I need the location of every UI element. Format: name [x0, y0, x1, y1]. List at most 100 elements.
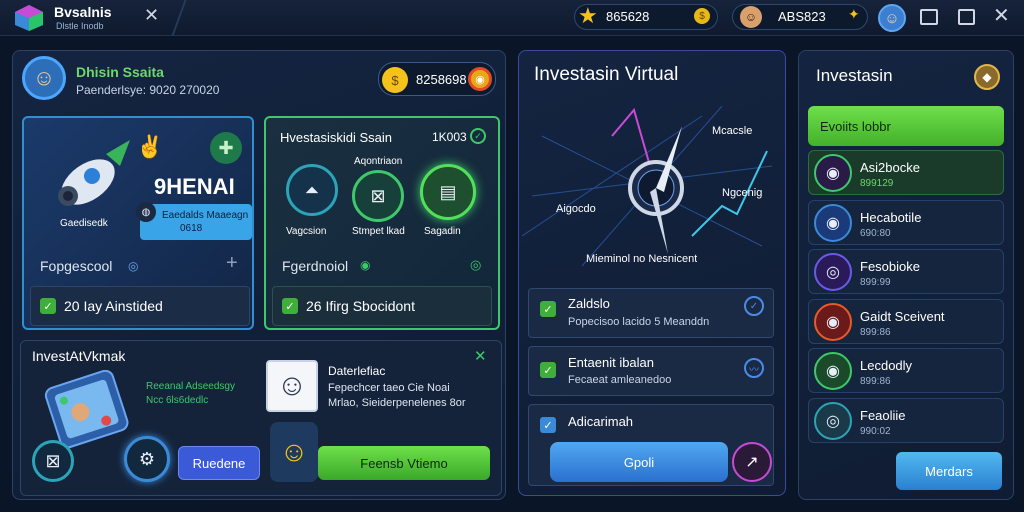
- apply-button[interactable]: Gpoli: [550, 442, 728, 482]
- crate-icon[interactable]: ⊠: [352, 170, 404, 222]
- chest-icon[interactable]: ▤: [420, 164, 476, 220]
- close-window-icon[interactable]: ✕: [993, 3, 1010, 28]
- gear-bike-icon[interactable]: ⚙: [124, 436, 170, 482]
- sidebar-item-name: Asi2bocke: [860, 160, 920, 175]
- coins-value: 865628: [606, 9, 650, 24]
- app-subtitle: Dlstle Inodb: [56, 21, 104, 31]
- sidebar-title: Investasin: [816, 66, 893, 85]
- profile-avatar[interactable]: ☺: [22, 56, 66, 100]
- sidebar-header[interactable]: Evoiits lobbr: [808, 106, 1004, 146]
- globe-icon: ◉: [814, 204, 852, 242]
- sidebar-item-value: 899:86: [860, 327, 891, 338]
- portfolio-icon: ◉: [814, 154, 852, 192]
- user-avatar[interactable]: ☺: [740, 6, 762, 28]
- sidebar-item-value: 899:99: [860, 277, 891, 288]
- sidebar-item-value: 690:80: [860, 228, 891, 239]
- sidebar-item-value: 899:86: [860, 376, 891, 387]
- close-icon[interactable]: ✕: [474, 347, 487, 365]
- profile-meta: Paenderlsye: 9020 270020: [76, 83, 220, 97]
- app-logo-icon: [14, 4, 44, 32]
- coin-icon: $: [382, 67, 408, 93]
- coin-gold-icon: ◉: [468, 67, 492, 91]
- checkbox-checked[interactable]: ✓: [540, 301, 556, 317]
- person-line1: Daterlefiac: [328, 364, 386, 378]
- profile-name: Dhisin Ssaita: [76, 64, 164, 80]
- sidebar-item-value: 990:02: [860, 426, 891, 437]
- virtual-task-title: Entaenit ibalan: [568, 355, 655, 370]
- app-title: Bvsalnis: [54, 4, 112, 20]
- virtual-title: Investasin Virtual: [534, 64, 679, 85]
- virtual-task-sub: Fecaeat amleanedoo: [568, 374, 672, 386]
- check-circle-icon[interactable]: ✓: [470, 128, 486, 144]
- checkbox-checked[interactable]: ✓: [540, 417, 556, 433]
- plus-icon[interactable]: +: [226, 252, 238, 275]
- virtual-task-row[interactable]: [528, 288, 774, 338]
- card-investments-title: Hvestasiskidi Ssain: [280, 130, 392, 145]
- coin-icon: $: [694, 8, 710, 24]
- virtual-task-sub: Popecisoo lacido 5 Meanddn: [568, 316, 710, 328]
- virtual-task-title: Zaldslo: [568, 296, 610, 311]
- sidebar-item-name: Feaoliie: [860, 408, 906, 423]
- invest-box-title: InvestAtVkmak: [32, 348, 126, 364]
- sidebar-item-name: Hecabotile: [860, 210, 922, 225]
- checkbox-checked[interactable]: ✓: [540, 362, 556, 378]
- user-name: ABS823: [778, 9, 826, 24]
- phone-icon: [42, 369, 132, 450]
- trend-icon[interactable]: 〰: [744, 358, 764, 378]
- sidebar-item-value: 899129: [860, 178, 894, 189]
- badge-line1: Eaedalds Maaeagn: [162, 210, 249, 221]
- card-featured-title: 9HENAI: [154, 174, 235, 199]
- virtual-task-title: Adicarimah: [568, 414, 634, 429]
- info-icon[interactable]: ◎: [128, 259, 138, 273]
- currency-value: 8258698: [416, 72, 467, 87]
- sidebar-button[interactable]: Merdars: [896, 452, 1002, 490]
- card-investments-footer: Fgerdnoiol: [282, 258, 349, 274]
- person-line2: Fepechcer taeo Cie Noai: [328, 382, 450, 394]
- checkbox-checked[interactable]: ✓: [40, 298, 56, 314]
- card-investments-subtitle: Aqontriaon: [354, 156, 403, 167]
- person-avatar[interactable]: ☺: [266, 360, 318, 412]
- primary-button[interactable]: Feensb Vtiemo: [318, 446, 490, 480]
- secondary-button[interactable]: Ruedene: [178, 446, 260, 480]
- checkbox-checked[interactable]: ✓: [282, 298, 298, 314]
- badge-line2: 0618: [180, 223, 203, 234]
- sidebar-item-name: Lecdodly: [860, 358, 913, 373]
- spark-icon: ✦: [848, 6, 860, 22]
- sidebar-item-name: Gaidt Sceivent: [860, 309, 945, 324]
- orbit-icon: ◎: [814, 253, 852, 291]
- label-top-right: Mcacsle: [712, 125, 753, 137]
- account-avatar[interactable]: ☺: [878, 4, 906, 32]
- shield-badge-icon[interactable]: ◆: [974, 64, 1000, 90]
- person-line3: Mrlao, Sieiderpenelenes 8or: [328, 397, 466, 409]
- item-label-3: Sagadin: [424, 226, 461, 237]
- check-circle-icon[interactable]: ✓: [744, 296, 764, 316]
- card-featured-caption: Gaedisedk: [60, 218, 108, 229]
- task-label: 26 Ifirg Sbocidont: [306, 298, 415, 314]
- card-featured-footer: Fopgescool: [40, 258, 113, 274]
- compass-graphic: [521, 96, 782, 276]
- stock-icon[interactable]: ⏶: [286, 164, 338, 216]
- item-label-2: Stmpet lkad: [352, 226, 405, 237]
- fire-icon: ◉: [814, 303, 852, 341]
- item-label-1: Vagcsion: [286, 226, 327, 237]
- rocket-badge-icon[interactable]: ↗: [732, 442, 772, 482]
- info-icon[interactable]: ◉: [360, 258, 370, 272]
- add-icon[interactable]: ✚: [210, 132, 242, 164]
- label-left: Aigocdo: [556, 203, 596, 215]
- shield-icon[interactable]: ⊠: [32, 440, 74, 482]
- rocket-icon: [40, 134, 136, 218]
- virtual-caption: Mieminol no Nesnicent: [586, 253, 698, 265]
- close-tab-icon[interactable]: ✕: [144, 5, 159, 26]
- label-right: Ngcenig: [722, 187, 763, 199]
- badge-icon: ◍: [136, 202, 156, 222]
- card-investments-value: 1K003: [432, 130, 467, 144]
- virtual-task-row[interactable]: [528, 346, 774, 396]
- target-icon[interactable]: ◎: [470, 257, 481, 273]
- task-label: 20 Iay Ainstided: [64, 298, 163, 314]
- maximize-icon[interactable]: [958, 9, 975, 25]
- star-icon: ★: [578, 3, 598, 28]
- minimize-icon[interactable]: [920, 9, 938, 25]
- promo-line2: Ncc 6ls6dedlc: [146, 395, 209, 406]
- promo-line1: Reeanal Adseedsgy: [146, 381, 235, 392]
- character-icon: ☺: [270, 422, 318, 482]
